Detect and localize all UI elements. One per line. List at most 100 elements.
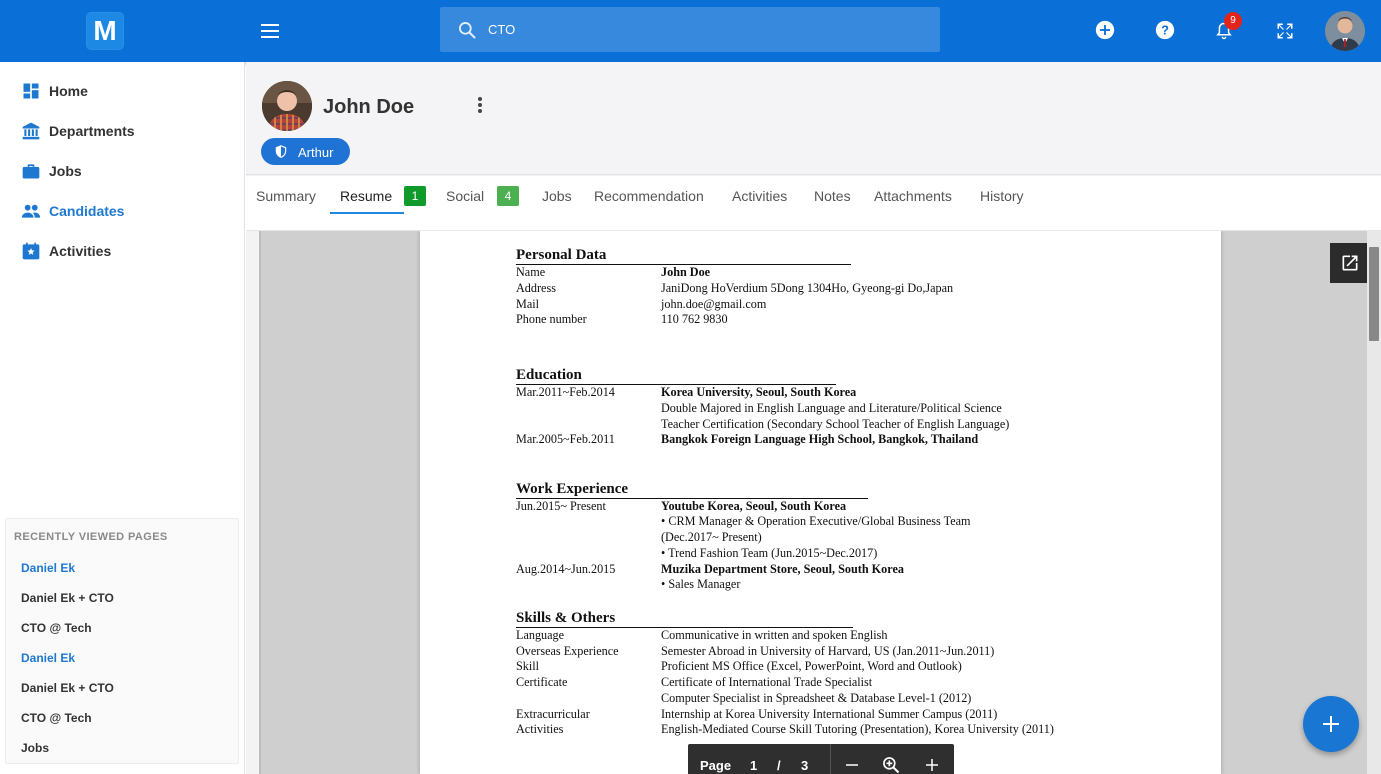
open-in-new-icon[interactable] [1330,243,1367,283]
logo-letter: M [93,15,117,46]
sidebar-item-jobs[interactable]: Jobs [0,151,245,191]
pdf-viewer[interactable]: Personal Data Name John Doe Address Jani… [259,231,1367,774]
resume-label: Name [516,265,546,279]
fullscreen-icon[interactable] [1276,22,1294,40]
add-fab-button[interactable] [1303,696,1359,752]
recent-item[interactable]: CTO @ Tech [21,711,92,725]
total-pages: 3 [801,758,809,773]
resume-page: Personal Data Name John Doe Address Jani… [420,231,1221,774]
resume-value: John Doe [661,265,711,279]
sidebar-item-label: Departments [49,123,135,139]
zoom-out-icon[interactable] [843,756,861,774]
resume-count-badge: 1 [404,186,426,206]
resume-value: Muzika Department Store, Seoul, South Ko… [661,562,904,576]
pdf-scrollbar[interactable] [1367,231,1381,774]
tab-bar: Summary Resume 1 Social 4 Jobs Recommend… [246,176,1381,231]
more-vert-icon[interactable] [476,97,484,113]
bank-icon [22,122,40,140]
resume-value: Internship at Korea University Internati… [661,707,998,721]
svg-text:?: ? [1161,23,1169,38]
add-circle-icon[interactable] [1094,19,1116,41]
tab-activities[interactable]: Activities [732,188,787,212]
owner-chip[interactable]: Arthur [261,138,350,165]
resume-value: Bangkok Foreign Language High School, Ba… [661,432,979,446]
sidebar-item-label: Candidates [49,203,125,219]
recent-item[interactable]: Jobs [21,741,49,755]
resume-value: Communicative in written and spoken Engl… [661,628,888,642]
sidebar-item-departments[interactable]: Departments [0,111,245,151]
sidebar-item-activities[interactable]: Activities [0,231,245,271]
resume-value: Korea University, Seoul, South Korea [661,385,857,399]
tab-summary[interactable]: Summary [256,188,316,212]
help-icon[interactable]: ? [1154,19,1176,41]
sidebar-item-home[interactable]: Home [0,71,245,111]
recent-item[interactable]: Daniel Ek + CTO [21,681,114,695]
resume-label: Phone number [516,312,587,326]
resume-value: • Trend Fashion Team (Jun.2015~Dec.2017) [661,546,878,560]
scrollbar-thumb[interactable] [1369,247,1379,341]
resume-value: 110 762 9830 [661,312,728,326]
sidebar-item-label: Activities [49,243,112,259]
social-count-badge: 4 [497,186,519,206]
toolbar-divider [830,744,831,774]
tab-notes[interactable]: Notes [814,188,851,212]
shield-icon [275,145,287,158]
search-icon [459,22,476,39]
menu-icon[interactable] [259,21,281,41]
zoom-in-icon[interactable] [923,756,941,774]
tab-history[interactable]: History [980,188,1024,212]
page-separator: / [777,758,781,773]
tab-resume[interactable]: Resume [340,188,392,212]
resume-label: Mar.2005~Feb.2011 [516,432,615,446]
resume-value: Double Majored in English Language and L… [661,401,1002,415]
resume-value: • Sales Manager [661,577,741,591]
zoom-search-icon[interactable] [881,755,901,774]
tab-recommendation[interactable]: Recommendation [594,188,704,212]
page-label: Page [700,758,732,773]
resume-value: Computer Specialist in Spreadsheet & Dat… [661,691,972,705]
recent-item[interactable]: CTO @ Tech [21,621,92,635]
sidebar-item-candidates[interactable]: Candidates [0,191,245,231]
section-title-skills: Skills & Others [516,609,853,628]
resume-value: English-Mediated Course Skill Tutoring (… [661,722,1054,736]
resume-value: john.doe@gmail.com [661,297,767,311]
candidate-header: John Doe Arthur [246,62,1381,175]
user-avatar[interactable] [1325,11,1365,51]
section-title-work: Work Experience [516,480,868,499]
pdf-page-toolbar: Page 1 / 3 [688,744,954,774]
tab-jobs[interactable]: Jobs [542,188,572,212]
recently-viewed-title: RECENTLY VIEWED PAGES [14,531,168,543]
tab-attachments[interactable]: Attachments [874,188,952,212]
top-app-bar: M ? 9 [0,0,1381,62]
recent-item[interactable]: Daniel Ek [21,561,75,575]
sidebar-item-label: Home [49,83,88,99]
resume-label: Overseas Experience [516,644,619,658]
recently-viewed-panel: RECENTLY VIEWED PAGES Daniel Ek Daniel E… [5,518,239,764]
resume-value: (Dec.2017~ Present) [661,530,762,544]
current-page[interactable]: 1 [750,758,757,773]
resume-value: Youtube Korea, Seoul, South Korea [661,499,847,513]
resume-label: Activities [516,722,564,736]
search-bar[interactable] [440,7,940,52]
resume-label: Language [516,628,565,642]
resume-value: Teacher Certification (Secondary School … [661,417,1010,431]
people-icon [21,204,41,218]
sidebar-item-label: Jobs [49,163,82,179]
resume-value: • CRM Manager & Operation Executive/Glob… [661,514,971,528]
section-title-personal: Personal Data [516,246,851,265]
search-input[interactable] [488,7,928,52]
app-logo[interactable]: M [86,12,124,50]
recent-item[interactable]: Daniel Ek [21,651,75,665]
dashboard-icon [23,83,39,99]
tab-social[interactable]: Social [446,188,484,212]
notification-badge: 9 [1224,12,1242,30]
resume-value: Proficient MS Office (Excel, PowerPoint,… [661,659,962,673]
resume-value: JaniDong HoVerdium 5Dong 1304Ho, Gyeong-… [661,281,954,295]
briefcase-icon [22,164,40,179]
active-tab-indicator [330,212,404,214]
resume-label: Mail [516,297,540,311]
owner-chip-label: Arthur [298,145,334,160]
resume-label: Extracurricular [516,707,590,721]
recent-item[interactable]: Daniel Ek + CTO [21,591,114,605]
resume-label: Skill [516,659,540,673]
